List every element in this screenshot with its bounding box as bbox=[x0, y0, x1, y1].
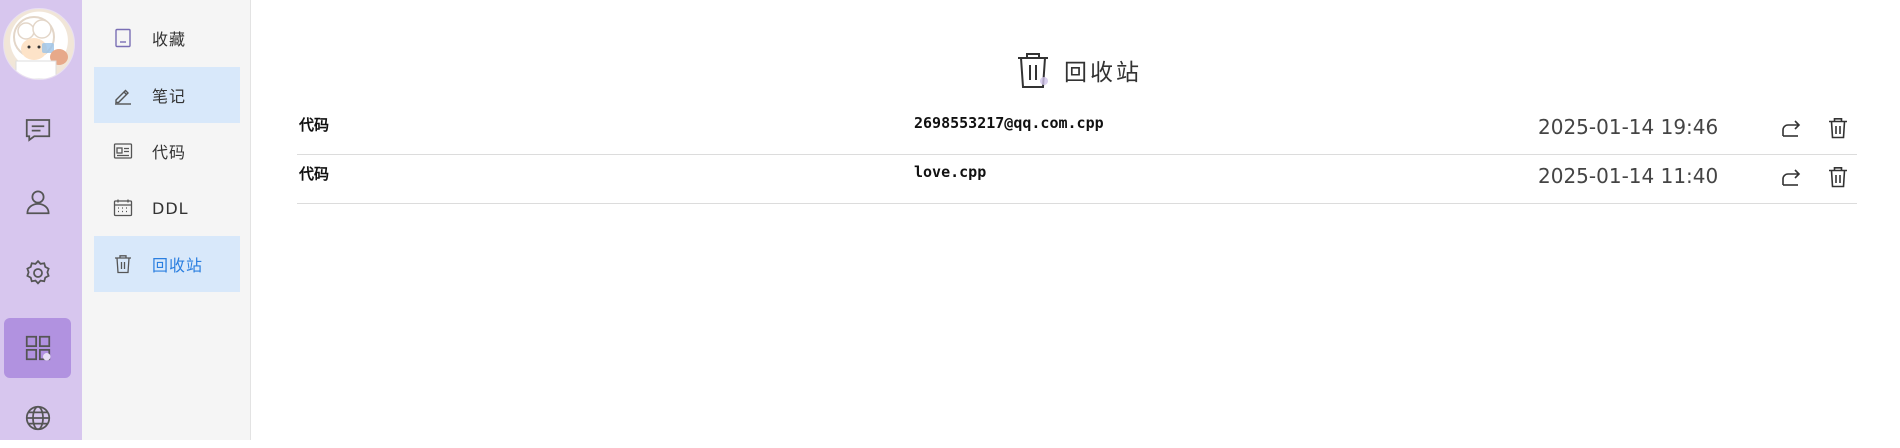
row-deleted-time: 2025-01-14 19:46 bbox=[1538, 115, 1719, 139]
pencil-icon bbox=[112, 84, 134, 106]
trash-icon bbox=[1829, 167, 1847, 188]
code-card-icon bbox=[112, 140, 134, 162]
app-rail bbox=[0, 0, 82, 440]
calendar-icon bbox=[112, 197, 134, 219]
avatar[interactable] bbox=[3, 8, 75, 80]
restore-icon bbox=[1782, 120, 1801, 137]
menu-item-favorites[interactable]: 收藏 bbox=[94, 10, 240, 66]
menu-item-label: 代码 bbox=[152, 143, 187, 162]
page-title-text: 回收站 bbox=[1064, 60, 1142, 86]
trash-icon bbox=[1829, 118, 1847, 139]
menu-item-label: 收藏 bbox=[152, 30, 187, 49]
rail-apps-button[interactable] bbox=[4, 318, 71, 378]
chat-icon bbox=[23, 115, 53, 145]
row-file-name: 2698553217@qq.com.cpp bbox=[914, 114, 1104, 132]
restore-button[interactable] bbox=[1777, 163, 1805, 191]
table-row: 代码 love.cpp 2025-01-14 11:40 bbox=[297, 155, 1857, 204]
menu-item-ddl[interactable]: DDL bbox=[94, 180, 240, 236]
page-title: 回收站 bbox=[1016, 50, 1142, 90]
row-category: 代码 bbox=[299, 116, 330, 134]
delete-permanently-button[interactable] bbox=[1824, 163, 1852, 191]
rail-settings-button[interactable] bbox=[4, 243, 71, 303]
secondary-menu: 收藏 笔记 代码 DDL 回收站 bbox=[82, 0, 251, 440]
grid-apps-icon bbox=[23, 333, 53, 363]
row-category: 代码 bbox=[299, 165, 330, 183]
user-icon bbox=[23, 187, 53, 217]
bookmark-icon bbox=[112, 27, 134, 49]
main-content: 回收站 代码 2698553217@qq.com.cpp 2025-01-14 … bbox=[251, 0, 1900, 440]
table-row: 代码 2698553217@qq.com.cpp 2025-01-14 19:4… bbox=[297, 106, 1857, 155]
delete-permanently-button[interactable] bbox=[1824, 114, 1852, 142]
menu-item-label: 笔记 bbox=[152, 87, 187, 106]
gear-icon bbox=[23, 258, 53, 288]
trash-icon bbox=[112, 253, 134, 275]
restore-button[interactable] bbox=[1777, 114, 1805, 142]
menu-item-label: DDL bbox=[152, 198, 189, 218]
trash-icon bbox=[1016, 51, 1050, 89]
rail-globe-button[interactable] bbox=[4, 388, 71, 448]
row-file-name: love.cpp bbox=[914, 163, 987, 181]
rail-chat-button[interactable] bbox=[4, 100, 71, 160]
menu-item-code[interactable]: 代码 bbox=[94, 123, 240, 179]
rail-user-button[interactable] bbox=[4, 172, 71, 232]
row-deleted-time: 2025-01-14 11:40 bbox=[1538, 164, 1719, 188]
globe-icon bbox=[23, 403, 53, 433]
menu-item-label: 回收站 bbox=[152, 256, 204, 275]
restore-icon bbox=[1782, 169, 1801, 186]
menu-item-notes[interactable]: 笔记 bbox=[94, 67, 240, 123]
menu-item-recycle-bin[interactable]: 回收站 bbox=[94, 236, 240, 292]
